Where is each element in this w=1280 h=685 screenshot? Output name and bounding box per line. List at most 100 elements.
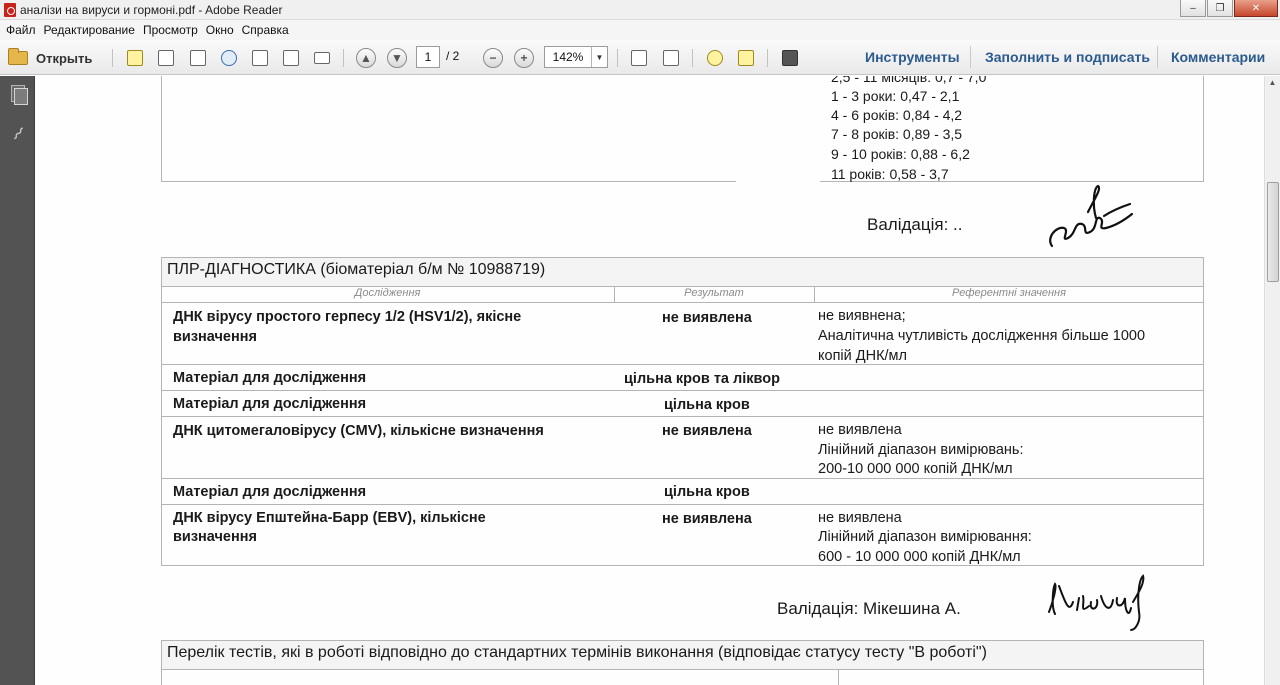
menu-help[interactable]: Справка <box>240 23 295 37</box>
table-border <box>161 416 1204 417</box>
test-name: ДНК вірусу Епштейна-Барр (EBV), кількісн… <box>173 510 486 526</box>
chevron-down-icon[interactable]: ▼ <box>591 47 607 67</box>
edit-pdf-button[interactable] <box>186 47 210 69</box>
fit-width-icon <box>663 50 679 66</box>
table-border <box>161 257 162 566</box>
toolbar-separator <box>1157 46 1158 68</box>
table-border <box>161 478 1204 479</box>
save-icon <box>252 50 268 66</box>
table-border <box>161 390 1204 391</box>
page-total: / 2 <box>446 49 460 63</box>
page-thumbnails-icon[interactable] <box>9 84 28 105</box>
reference-value: не виявлена <box>818 422 902 438</box>
email-button[interactable] <box>310 47 334 69</box>
expand-icon <box>782 50 798 66</box>
scroll-up-icon[interactable]: ▲ <box>1268 78 1277 87</box>
fit-width-button[interactable] <box>659 47 683 69</box>
next-page-button[interactable]: ▼ <box>385 47 409 69</box>
zoom-select[interactable]: 142% ▼ <box>544 46 608 68</box>
table-border <box>161 364 1204 365</box>
test-name: визначення <box>173 329 257 345</box>
close-button[interactable]: ✕ <box>1234 0 1278 17</box>
reference-value: Лінійний діапазон вимірювання: <box>818 529 1032 545</box>
paperclip-icon[interactable]: ⌇ <box>5 121 32 148</box>
reference-value: копій ДНК/мл <box>818 348 907 364</box>
create-pdf-button[interactable] <box>123 47 147 69</box>
toolbar-separator <box>343 49 344 67</box>
envelope-icon <box>314 52 330 64</box>
upload-cloud-button[interactable] <box>217 47 241 69</box>
material-label: Матеріал для дослідження <box>173 396 367 412</box>
comments-panel-link[interactable]: Комментарии <box>1171 49 1265 65</box>
toolbar-separator <box>767 49 768 67</box>
test-name: визначення <box>173 529 257 545</box>
menu-bar: Файл Редактирование Просмотр Окно Справк… <box>0 20 1280 40</box>
arrow-up-icon: ▲ <box>356 48 376 68</box>
reference-range-line: 1 - 3 роки: 0,47 - 2,1 <box>831 88 960 104</box>
material-label: Матеріал для дослідження <box>173 370 367 386</box>
reference-range-line: 9 - 10 років: 0,88 - 6,2 <box>831 146 970 162</box>
table-border <box>161 302 1204 303</box>
highlighter-icon <box>738 50 754 66</box>
table-border <box>161 565 1204 566</box>
signature-image <box>1048 574 1145 631</box>
column-header-reference: Референтні значення <box>952 287 1066 299</box>
open-label: Открыть <box>36 50 93 66</box>
minus-icon: − <box>483 48 503 68</box>
fit-page-button[interactable] <box>627 47 651 69</box>
table-border <box>161 76 162 182</box>
material-value: цільна кров та ліквор <box>624 371 780 387</box>
arrow-down-icon: ▼ <box>387 48 407 68</box>
minimize-button[interactable]: – <box>1180 0 1206 17</box>
previous-page-button[interactable]: ▲ <box>354 47 378 69</box>
test-name: ДНК вірусу простого герпесу 1/2 (HSV1/2)… <box>173 309 522 325</box>
window-title: аналізи на вируси и гормоні.pdf - Adobe … <box>20 3 283 17</box>
toolbar-separator <box>617 49 618 67</box>
save-button[interactable] <box>248 47 272 69</box>
zoom-out-button[interactable]: − <box>481 47 505 69</box>
table-border <box>1203 257 1204 566</box>
table-border <box>161 640 1204 641</box>
fill-sign-panel-link[interactable]: Заполнить и подписать <box>985 49 1150 65</box>
table-border <box>838 669 839 685</box>
reference-range-line: 7 - 8 років: 0,89 - 3,5 <box>831 126 963 142</box>
table-border <box>161 504 1204 505</box>
scroll-thumb[interactable] <box>1267 182 1279 282</box>
material-value: цільна кров <box>664 484 750 500</box>
document-view: 2,5 - 11 місяців: 0,7 - 7,0 1 - 3 роки: … <box>36 76 1264 685</box>
printer-icon <box>283 50 299 66</box>
add-comment-button[interactable] <box>703 47 727 69</box>
test-result: не виявлена <box>662 511 752 527</box>
restore-button[interactable]: ❐ <box>1207 0 1233 17</box>
test-result: не виявлена <box>662 310 752 326</box>
highlight-button[interactable] <box>734 47 758 69</box>
window-controls: – ❐ ✕ <box>1180 0 1278 18</box>
create-pdf-icon <box>127 50 143 66</box>
menu-edit[interactable]: Редактирование <box>42 23 141 37</box>
navigation-panel: ⌇ <box>0 76 35 685</box>
menu-view[interactable]: Просмотр <box>141 23 204 37</box>
vertical-scrollbar[interactable]: ▲ <box>1264 76 1280 685</box>
folder-icon <box>8 48 28 65</box>
reference-value: 200-10 000 000 копій ДНК/мл <box>818 461 1013 477</box>
validation-label: Валідація: .. <box>867 215 963 234</box>
zoom-value: 142% <box>552 50 584 64</box>
open-button[interactable]: Открыть <box>8 47 102 69</box>
reference-range-line: 4 - 6 років: 0,84 - 4,2 <box>831 107 963 123</box>
export-pdf-button[interactable] <box>154 47 178 69</box>
table-border <box>161 257 1204 258</box>
full-screen-button[interactable] <box>778 47 802 69</box>
table-border <box>1203 76 1204 182</box>
zoom-in-button[interactable]: + <box>512 47 536 69</box>
toolbar-separator <box>692 49 693 67</box>
tools-panel-link[interactable]: Инструменты <box>865 49 960 65</box>
reference-value: не виявнена; <box>818 308 906 324</box>
menu-window[interactable]: Окно <box>204 23 240 37</box>
reference-value: Лінійний діапазон вимірювань: <box>818 442 1024 458</box>
menu-file[interactable]: Файл <box>4 23 42 37</box>
page-number-input[interactable]: 1 <box>416 46 440 68</box>
toolbar-separator <box>970 46 971 68</box>
edit-pdf-icon <box>190 50 206 66</box>
print-button[interactable] <box>279 47 303 69</box>
column-header-result: Результат <box>684 287 744 299</box>
